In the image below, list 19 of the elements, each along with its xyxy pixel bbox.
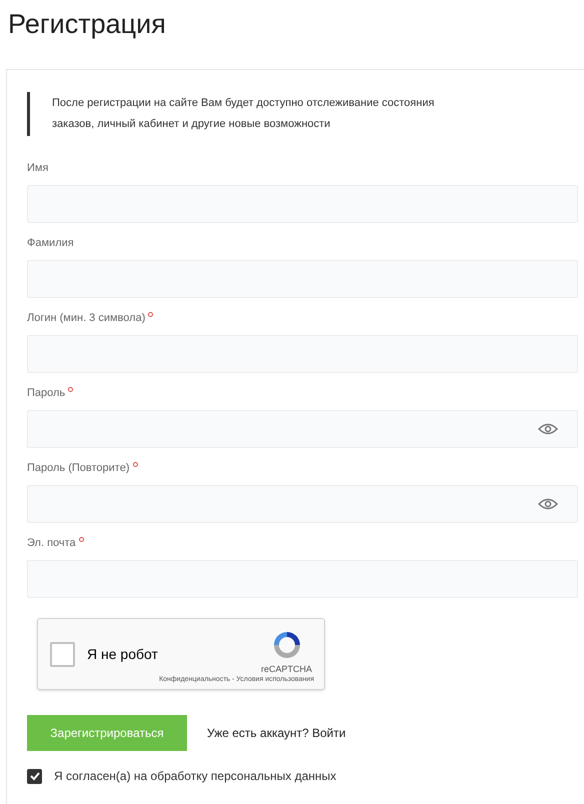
captcha-label: Я не робот — [87, 644, 158, 664]
login-link[interactable]: Уже есть аккаунт? Войти — [207, 724, 346, 742]
input-field[interactable] — [27, 410, 578, 448]
eye-icon[interactable] — [538, 498, 558, 510]
field-label: Пароль — [27, 386, 66, 401]
captcha-checkbox[interactable] — [50, 642, 75, 666]
consent-label: Я согласен(а) на обработку персональных данных — [54, 768, 336, 785]
recaptcha-brand: reCAPTCHA — [260, 663, 312, 676]
info-note: После регистрации на сайте Вам будет доступно отслеживание состояния заказов, личный кабинет и другие новые возможности — [27, 92, 467, 136]
field-label: Пароль (Повторите) — [27, 461, 130, 476]
field-label: Эл. почта — [27, 536, 76, 551]
eye-icon[interactable] — [538, 423, 558, 435]
recaptcha-logo-icon — [271, 629, 303, 661]
page-title: Регистрация — [8, 8, 167, 41]
field-label: Фамилия — [27, 236, 74, 251]
consent-checkbox[interactable] — [27, 768, 42, 784]
field-label: Логин (мин. 3 символа) — [27, 311, 146, 326]
input-field[interactable] — [27, 485, 578, 523]
field-label: Имя — [27, 161, 48, 176]
